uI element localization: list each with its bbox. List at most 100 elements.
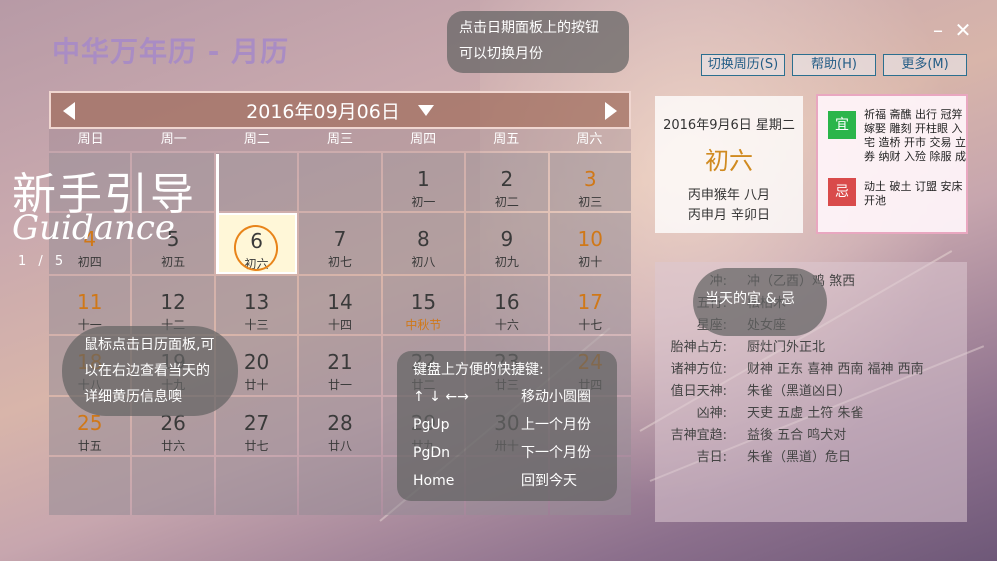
shortcut-key: ↑ ↓ ←→ [413,389,469,405]
day-number: 7 [333,227,347,252]
detail-key: 吉神宜趋: [670,428,727,443]
detail-key: 胎神占方: [670,340,727,355]
lunar-label: 十三 [244,318,269,333]
switch-week-view-button[interactable]: 切换周历(S) [701,54,785,76]
lunar-label: 中秋节 [405,318,442,333]
shortcut-row: PgDn 下一个月份 [413,439,601,467]
day-cell[interactable]: 2 初二 [466,153,548,212]
day-cell[interactable] [299,153,381,212]
day-cell[interactable]: 13 十三 [215,276,298,335]
detail-value: 财神 正东 喜神 西南 福神 西南 [747,362,924,377]
dropdown-triangle-icon[interactable] [417,104,434,116]
day-number: 13 [243,290,270,315]
day-cell[interactable]: 21 廿一 [299,336,381,395]
solar-date: 2016年9月6日 星期二 [663,118,795,133]
day-cell[interactable]: 14 十四 [299,276,381,335]
day-cell[interactable]: 10 初十 [549,213,631,275]
shortcut-desc: 移动小圆圈 [521,389,591,405]
shortcut-desc: 上一个月份 [521,417,591,433]
lunar-label: 初二 [494,195,519,209]
weekday-label: 周五 [493,132,520,147]
yi-badge: 宜 [828,111,856,139]
day-cell[interactable]: 9 初九 [466,213,548,275]
day-cell[interactable]: 16 十六 [466,276,548,335]
day-cell[interactable]: 15 中秋节 [382,276,465,335]
day-cell[interactable]: 8 初八 [382,213,465,275]
weekday-label: 周四 [410,132,437,147]
help-button[interactable]: 帮助(H) [792,54,876,76]
next-month-arrow-icon[interactable] [605,102,617,120]
day-number: 12 [160,290,186,315]
day-cell[interactable] [215,456,298,515]
day-cell[interactable]: 28 廿八 [299,396,381,455]
lunar-label: 初十 [578,255,603,270]
day-cell[interactable] [299,456,381,515]
guide-step-counter: 1 / 5 [18,254,68,269]
detail-value: 天吏 五虚 土符 朱雀 [747,406,864,421]
yi-text: 祈福 斋醮 出行 冠笄 嫁娶 雕刻 开柱眼 入宅 造桥 开市 交易 立券 纳财 … [864,108,966,163]
day-cell[interactable] [132,456,214,515]
shortcut-row: Home 回到今天 [413,467,601,495]
lunar-label: 初九 [494,255,519,270]
tip-bubble-detail: 鼠标点击日历面板,可以在右边查看当天的详细黄历信息噢 [62,326,238,416]
day-cell[interactable] [215,153,298,212]
shortcut-desc: 下一个月份 [521,445,591,461]
shortcut-row: PgUp 上一个月份 [413,411,601,439]
day-number: 14 [327,290,353,315]
month-header: 2016年09月06日 [49,91,631,129]
lunar-label: 廿五 [77,438,102,453]
day-number: 10 [577,227,603,252]
day-cell[interactable] [49,456,131,515]
day-cell[interactable]: 7 初七 [299,213,381,275]
shortcut-key: PgUp [413,417,450,433]
detail-row: 凶神: 天吏 五虚 土符 朱雀 [655,404,967,424]
day-number: 16 [494,290,520,315]
detail-row: 吉日: 朱雀（黑道）危日 [655,448,967,468]
ganzhi-day: 丙申月 辛卯日 [687,208,771,223]
lunar-label: 廿一 [327,378,352,393]
lunar-label: 十六 [494,318,519,333]
prev-month-arrow-icon[interactable] [63,102,75,120]
guide-subtitle: Guidance [12,208,176,248]
lunar-label: 廿八 [327,438,352,453]
day-number: 28 [327,410,353,435]
day-number: 9 [500,227,514,252]
app-title: 中华万年历 - 月历 [52,35,290,68]
day-cell[interactable]: 27 廿七 [215,396,298,455]
day-number: 3 [583,167,597,191]
shortcuts-title: 键盘上方便的快捷键: [413,362,544,378]
lunar-label: 初八 [411,255,436,270]
current-date-title[interactable]: 2016年09月06日 [246,97,400,124]
detail-value: 益後 五合 鸣犬对 [747,428,847,443]
day-number: 17 [577,290,603,315]
detail-row: 值日天神: 朱雀（黑道凶日） [655,382,967,402]
day-cell[interactable]: 3 初三 [549,153,631,212]
day-number: 15 [410,290,437,315]
tip-bubble-shortcuts: 键盘上方便的快捷键: ↑ ↓ ←→ 移动小圆圈 PgUp 上一个月份 PgDn 下一个… [397,351,617,501]
more-button[interactable]: 更多(M) [883,54,967,76]
day-number: 21 [327,350,353,375]
day-cell[interactable]: 1 初一 [382,153,465,212]
lunar-label: 初七 [327,255,352,270]
lunar-label: 初五 [161,255,186,270]
lunar-label: 初三 [578,195,603,209]
weekday-label: 周三 [326,132,353,147]
day-cell[interactable]: 17 十七 [549,276,631,335]
detail-row: 吉神宜趋: 益後 五合 鸣犬对 [655,426,967,446]
minimize-button[interactable]: – [926,18,950,42]
tip-bubble-month-switch: 点击日期面板上的按钮 可以切换月份 [447,11,629,73]
close-button[interactable]: ✕ [951,18,975,42]
detail-key: 值日天神: [670,384,727,399]
day-number: 11 [76,290,103,315]
yi-ji-panel: 宜 祈福 斋醮 出行 冠笄 嫁娶 雕刻 开柱眼 入宅 造桥 开市 交易 立券 纳… [816,94,968,234]
day-number: 1 [417,167,430,191]
tip-bubble-yiji: 当天的宜 & 忌 [693,268,827,336]
day-number: 27 [243,410,270,435]
detail-value: 朱雀（黑道凶日） [747,384,852,399]
detail-row: 胎神占方: 厨灶门外正北 [655,338,967,358]
weekday-label: 周二 [243,132,270,147]
shortcut-key: Home [413,473,455,489]
day-cell[interactable]: 6 初六 [215,213,298,276]
weekday-header: 周日 周一 周二 周三 周四 周五 周六 [49,129,631,151]
day-number: 2 [500,167,514,191]
